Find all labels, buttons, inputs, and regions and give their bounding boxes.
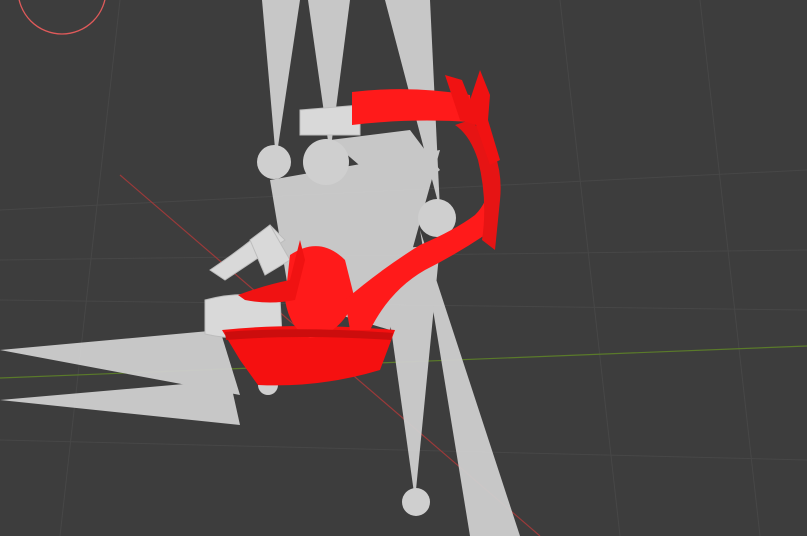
3d-viewport[interactable] [0,0,807,536]
spot-light-icon[interactable] [303,139,349,185]
light-rays [0,0,520,536]
spot-light-icon[interactable] [402,488,430,516]
spot-light-icon[interactable] [257,145,291,179]
viewport-canvas[interactable] [0,0,807,536]
3d-cursor-icon[interactable] [18,0,106,35]
